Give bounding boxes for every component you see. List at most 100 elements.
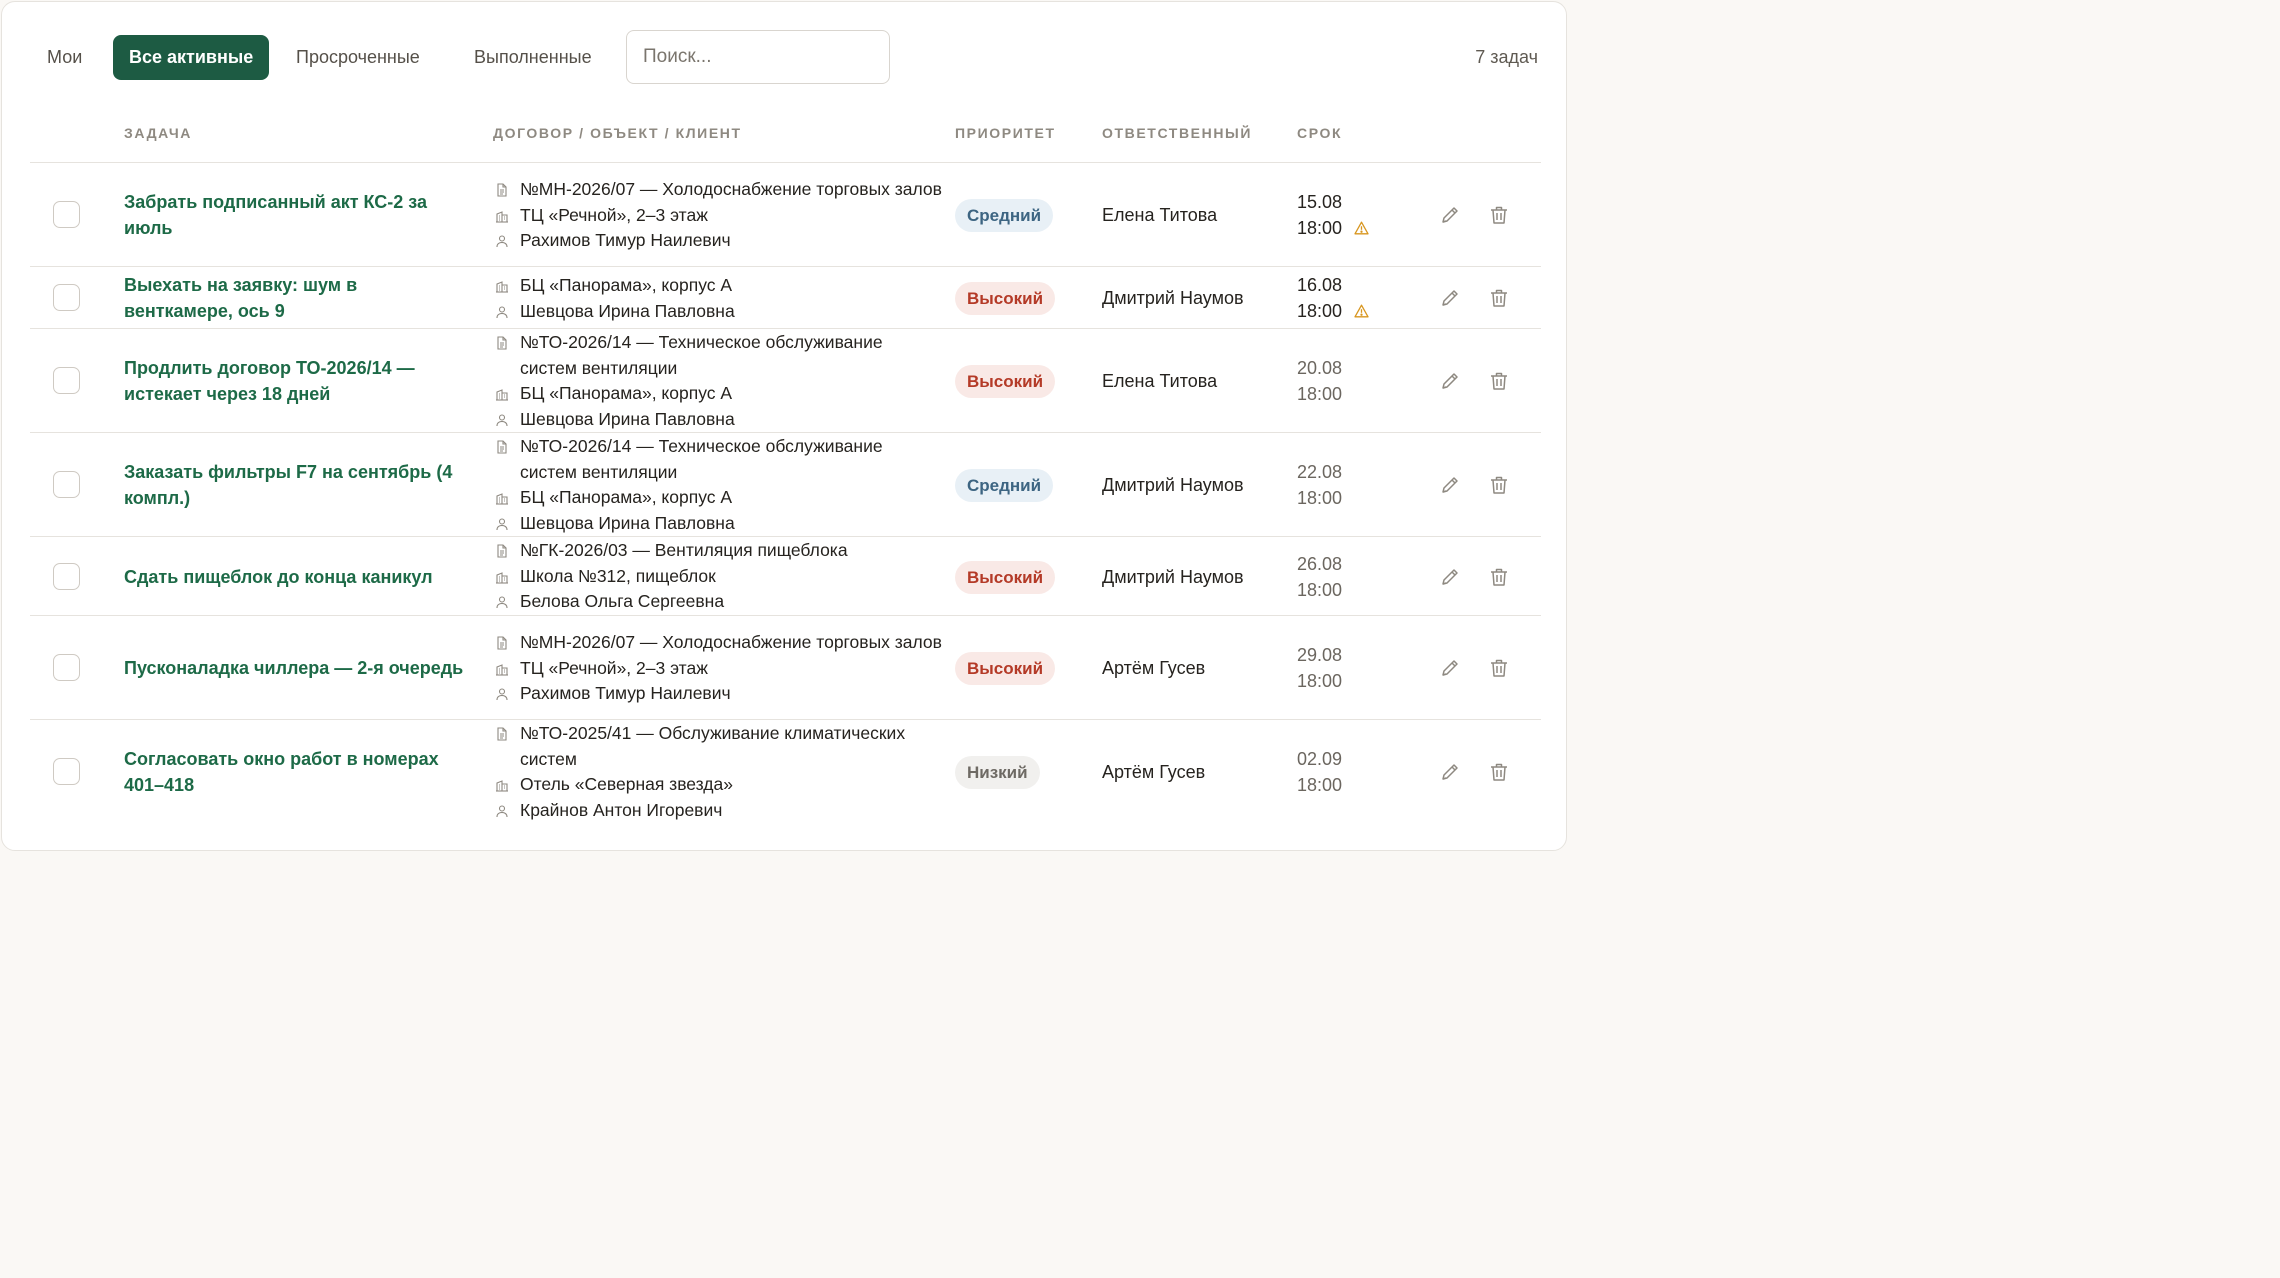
client-line-text: Белова Ольга Сергеевна	[520, 591, 725, 612]
due-time: 18:00	[1297, 218, 1343, 238]
delete-button[interactable]	[1488, 566, 1510, 588]
trash-icon	[1491, 763, 1507, 781]
due-date-day: 02.09	[1297, 749, 1343, 769]
pencil-icon	[1442, 477, 1458, 493]
tab-all-active[interactable]: Все активные	[113, 35, 270, 80]
responsible-name: Елена Титова	[1102, 205, 1218, 225]
due-date-day: 26.08	[1297, 553, 1343, 574]
task-title[interactable]: Пусконаладка чиллера — 2-я очередь	[124, 655, 464, 681]
task-checkbox[interactable]	[53, 367, 80, 394]
due-date-day: 20.08	[1297, 358, 1343, 378]
task-checkbox[interactable]	[53, 201, 80, 228]
due-time: 18:00	[1297, 579, 1343, 600]
edit-button[interactable]	[1439, 566, 1461, 588]
contract-line-text: №ГК-2026/03 — Вентиляция пищеблока	[520, 540, 848, 560]
contract-line-text: №ТО-2025/41 — Обслуживание климатических…	[520, 723, 906, 769]
document-icon	[497, 183, 507, 197]
document-icon	[497, 544, 507, 558]
task-checkbox[interactable]	[53, 562, 80, 590]
delete-button[interactable]	[1488, 761, 1510, 783]
table-row: Забрать подписанный акт КС-2 за июль №МН-…	[30, 163, 1541, 267]
header-responsible: ОТВЕТСТВЕННЫЙ	[1102, 125, 1252, 141]
object-line: БЦ «Панорама», корпус А	[493, 485, 943, 511]
document-icon	[497, 440, 507, 454]
due-date-time-line: 18:00	[1297, 298, 1417, 325]
object-line-text: БЦ «Панорама», корпус А	[520, 383, 733, 404]
task-context: №МН-2026/07 — Холодоснабжение торговых з…	[493, 630, 943, 707]
delete-button[interactable]	[1488, 204, 1510, 226]
object-line: Отель «Северная звезда»	[493, 772, 943, 798]
responsible-name: Дмитрий Наумов	[1102, 567, 1244, 587]
task-context: БЦ «Панорама», корпус А Шевцова Ирина Пав…	[493, 273, 943, 324]
task-checkbox[interactable]	[53, 284, 80, 311]
task-title[interactable]: Выехать на заявку: шум в венткамере, ось…	[124, 272, 464, 324]
due-date-time-line: 18:00	[1297, 772, 1417, 798]
task-title[interactable]: Продлить договор ТО-2026/14 — истекает ч…	[124, 355, 464, 407]
pencil-icon	[1442, 568, 1458, 585]
pencil-icon	[1442, 660, 1458, 676]
edit-button[interactable]	[1439, 657, 1461, 679]
delete-button[interactable]	[1488, 474, 1510, 496]
task-title[interactable]: Заказать фильтры F7 на сентябрь (4 компл…	[124, 459, 464, 511]
person-icon	[496, 414, 508, 427]
task-title[interactable]: Сдать пищеблок до конца каникул	[124, 564, 464, 590]
object-line: ТЦ «Речной», 2–3 этаж	[493, 203, 943, 229]
table-row: Заказать фильтры F7 на сентябрь (4 компл…	[30, 433, 1541, 537]
due-date: 26.08 18:00	[1297, 551, 1417, 603]
due-date-time-line: 18:00	[1297, 668, 1417, 694]
object-line: БЦ «Панорама», корпус А	[493, 273, 943, 299]
responsible-name: Дмитрий Наумов	[1102, 475, 1244, 495]
task-checkbox[interactable]	[53, 758, 80, 785]
edit-button[interactable]	[1439, 204, 1461, 226]
responsible-name: Дмитрий Наумов	[1102, 288, 1244, 308]
edit-button[interactable]	[1439, 474, 1461, 496]
person-icon	[496, 805, 508, 818]
task-context: №МН-2026/07 — Холодоснабжение торговых з…	[493, 177, 943, 254]
task-context: №ТО-2025/41 — Обслуживание климатических…	[493, 721, 943, 824]
pencil-icon	[1442, 207, 1458, 223]
object-line: Школа №312, пищеблок	[493, 564, 943, 590]
edit-button[interactable]	[1439, 370, 1461, 392]
client-line: Шевцова Ирина Павловна	[493, 407, 943, 433]
task-context: №ТО-2026/14 — Техническое обслуживание с…	[493, 330, 943, 433]
edit-button[interactable]	[1439, 761, 1461, 783]
due-date: 29.08 18:00	[1297, 642, 1417, 694]
header-priority: ПРИОРИТЕТ	[955, 125, 1056, 141]
client-line-text: Рахимов Тимур Наилевич	[520, 683, 731, 704]
priority-badge: Высокий	[955, 365, 1056, 398]
contract-line: №МН-2026/07 — Холодоснабжение торговых з…	[493, 630, 943, 656]
due-date: 22.08 18:00	[1297, 459, 1417, 511]
tab-my[interactable]: Мои	[47, 35, 82, 80]
delete-button[interactable]	[1488, 287, 1510, 309]
person-icon	[496, 306, 508, 318]
object-line-text: Отель «Северная звезда»	[520, 774, 733, 795]
task-title[interactable]: Согласовать окно работ в номерах 401–418	[124, 746, 464, 798]
client-line-text: Рахимов Тимур Наилевич	[520, 230, 731, 251]
client-line: Рахимов Тимур Наилевич	[493, 228, 943, 254]
search-input[interactable]	[626, 30, 890, 84]
task-title[interactable]: Забрать подписанный акт КС-2 за июль	[124, 189, 464, 241]
contract-line: №МН-2026/07 — Холодоснабжение торговых з…	[493, 177, 943, 203]
person-icon	[496, 596, 508, 609]
due-date-time-line: 18:00	[1297, 381, 1417, 407]
tab-completed[interactable]: Выполненные	[474, 35, 592, 80]
client-line: Крайнов Антон Игоревич	[493, 798, 943, 824]
contract-line-text: №МН-2026/07 — Холодоснабжение торговых з…	[520, 632, 942, 652]
due-time: 18:00	[1297, 488, 1343, 508]
contract-line: №ТО-2025/41 — Обслуживание климатических…	[493, 721, 943, 772]
due-time: 18:00	[1297, 384, 1343, 404]
building-icon	[496, 281, 508, 293]
tab-overdue[interactable]: Просроченные	[296, 35, 420, 80]
table-row: Сдать пищеблок до конца каникул №ГК-2026/…	[30, 537, 1541, 616]
edit-button[interactable]	[1439, 287, 1461, 309]
due-date: 15.08 18:00	[1297, 189, 1417, 242]
task-checkbox[interactable]	[53, 471, 80, 498]
task-checkbox[interactable]	[53, 654, 80, 681]
warning-triangle-icon	[1354, 299, 1369, 325]
client-line: Шевцова Ирина Павловна	[493, 511, 943, 537]
trash-icon	[1491, 659, 1507, 677]
delete-button[interactable]	[1488, 370, 1510, 392]
building-icon	[496, 571, 508, 584]
delete-button[interactable]	[1488, 657, 1510, 679]
client-line: Белова Ольга Сергеевна	[493, 589, 943, 615]
